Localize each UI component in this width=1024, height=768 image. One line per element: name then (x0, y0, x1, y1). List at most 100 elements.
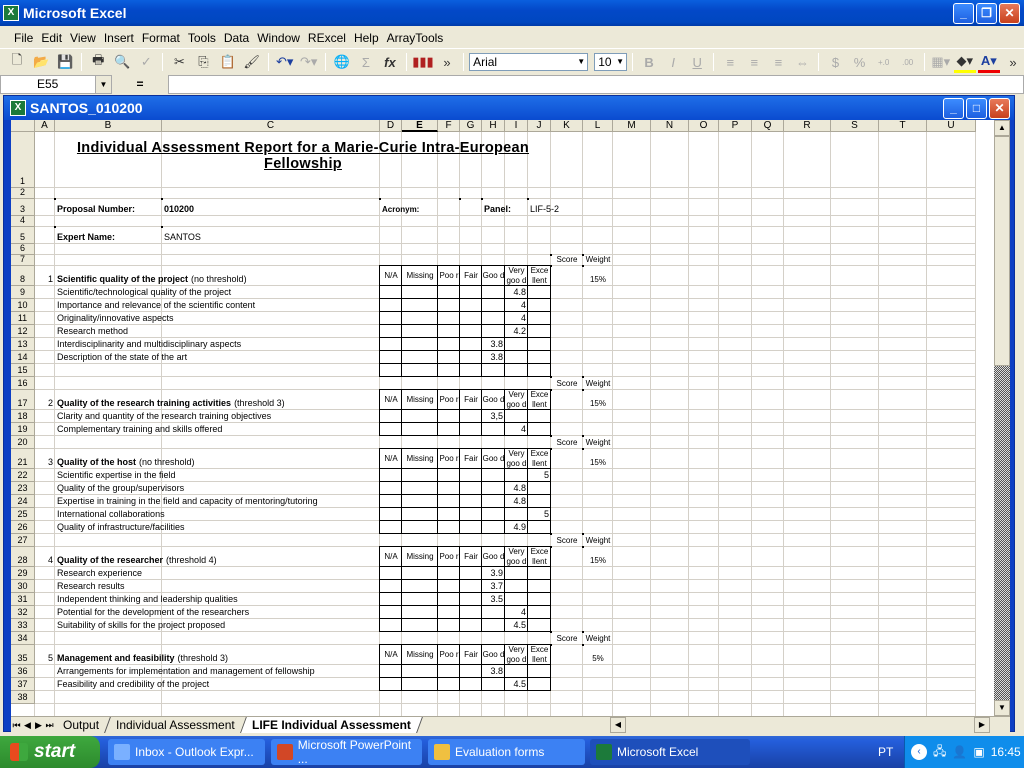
row-header[interactable]: 26 (11, 521, 35, 534)
menu-help[interactable]: Help (350, 31, 383, 45)
criterion-score[interactable]: 3.8 (482, 338, 505, 351)
workbook-maximize-button[interactable]: □ (966, 98, 987, 119)
menu-edit[interactable]: Edit (37, 31, 66, 45)
row-header[interactable]: 30 (11, 580, 35, 593)
undo-icon[interactable]: ↶▾ (274, 51, 296, 73)
row-header[interactable]: 34 (11, 632, 35, 645)
menu-arraytools[interactable]: ArrayTools (383, 31, 448, 45)
row-header[interactable]: 31 (11, 593, 35, 606)
menu-window[interactable]: Window (253, 31, 304, 45)
criterion-score[interactable]: 4.5 (505, 678, 528, 691)
row-header[interactable]: 25 (11, 508, 35, 521)
column-header-h[interactable]: H (482, 120, 505, 132)
criterion-score[interactable]: 4 (505, 312, 528, 325)
save-icon[interactable]: 💾 (54, 51, 76, 73)
increase-decimal-icon[interactable]: +.0 (873, 51, 895, 73)
toolbar-options-icon[interactable]: » (1002, 51, 1024, 73)
cut-icon[interactable]: ✂ (168, 51, 190, 73)
row-header[interactable]: 36 (11, 665, 35, 678)
align-left-icon[interactable]: ≡ (719, 51, 741, 73)
row-header[interactable]: 8 (11, 266, 35, 286)
criterion-score[interactable]: 3.8 (482, 351, 505, 364)
criterion-score[interactable]: 3.7 (482, 580, 505, 593)
row-header[interactable]: 16 (11, 377, 35, 390)
taskbar-item[interactable]: Evaluation forms (428, 739, 585, 765)
column-header-s[interactable]: S (831, 120, 879, 132)
criterion-score[interactable]: 4.9 (505, 521, 528, 534)
open-icon[interactable]: 📂 (30, 51, 52, 73)
scroll-up-icon[interactable]: ▲ (994, 120, 1010, 136)
restore-button[interactable]: ❐ (976, 3, 997, 24)
row-header[interactable]: 21 (11, 449, 35, 469)
column-header-u[interactable]: U (927, 120, 976, 132)
column-header-j[interactable]: J (528, 120, 551, 132)
column-header-d[interactable]: D (380, 120, 402, 132)
criterion-score[interactable]: 4.8 (505, 482, 528, 495)
name-box[interactable]: E55 ▼ (0, 75, 112, 94)
row-header[interactable]: 20 (11, 436, 35, 449)
merge-center-icon[interactable]: ⇔ (791, 51, 813, 73)
decrease-decimal-icon[interactable]: .00 (897, 51, 919, 73)
tray-expand-icon[interactable]: ‹ (911, 744, 927, 760)
workbook-minimize-button[interactable]: _ (943, 98, 964, 119)
criterion-score[interactable]: 3.8 (482, 665, 505, 678)
new-icon[interactable]: 🗋 (6, 51, 28, 73)
criterion-score[interactable]: 4.5 (505, 619, 528, 632)
row-header[interactable]: 22 (11, 469, 35, 482)
row-header[interactable]: 15 (11, 364, 35, 377)
row-header[interactable]: 29 (11, 567, 35, 580)
formula-input[interactable] (168, 75, 1024, 94)
row-header[interactable]: 28 (11, 547, 35, 567)
column-header-a[interactable]: A (35, 120, 55, 132)
paste-icon[interactable]: 📋 (217, 51, 239, 73)
redo-icon[interactable]: ↷▾ (298, 51, 320, 73)
column-header-q[interactable]: Q (752, 120, 784, 132)
row-header[interactable]: 4 (11, 215, 35, 227)
row-header[interactable]: 11 (11, 312, 35, 325)
start-button[interactable]: start (0, 736, 100, 768)
sheet-tab[interactable]: Individual Assessment (105, 717, 247, 733)
clock[interactable]: 16:45 (991, 745, 1021, 759)
criterion-score[interactable]: 3.9 (482, 567, 505, 580)
menu-insert[interactable]: Insert (100, 31, 138, 45)
chevron-down-icon[interactable]: ▼ (95, 76, 111, 93)
row-header[interactable]: 1 (11, 132, 35, 188)
row-header[interactable]: 24 (11, 495, 35, 508)
criterion-score[interactable]: 4 (505, 423, 528, 436)
criterion-score[interactable]: 3,5 (482, 410, 505, 423)
criterion-score[interactable]: 4.8 (505, 286, 528, 299)
menu-format[interactable]: Format (138, 31, 184, 45)
underline-icon[interactable]: U (686, 51, 708, 73)
column-header-n[interactable]: N (651, 120, 689, 132)
column-header-c[interactable]: C (162, 120, 380, 132)
spelling-icon[interactable]: ✓ (135, 51, 157, 73)
criterion-score[interactable]: 5 (528, 508, 551, 521)
column-header-p[interactable]: P (719, 120, 752, 132)
column-header-k[interactable]: K (551, 120, 583, 132)
column-header-t[interactable]: T (879, 120, 927, 132)
scroll-right-icon[interactable]: ▶ (974, 717, 990, 733)
menu-view[interactable]: View (66, 31, 100, 45)
function-icon[interactable]: fx (379, 51, 401, 73)
font-size-select[interactable]: 10 ▼ (594, 53, 628, 71)
row-header[interactable]: 33 (11, 619, 35, 632)
row-header[interactable]: 13 (11, 338, 35, 351)
column-header-o[interactable]: O (689, 120, 719, 132)
fill-color-icon[interactable]: ◆▾ (953, 51, 976, 73)
column-header-r[interactable]: R (784, 120, 831, 132)
vertical-scrollbar[interactable]: ▲ ▼ (994, 120, 1010, 716)
criterion-score[interactable]: 4.8 (505, 495, 528, 508)
column-header-g[interactable]: G (460, 120, 482, 132)
autosum-icon[interactable]: Σ (355, 51, 377, 73)
language-indicator[interactable]: PT (878, 745, 893, 759)
font-color-icon[interactable]: A ▾ (977, 51, 1000, 73)
scroll-left-icon[interactable]: ◀ (610, 717, 626, 733)
row-header[interactable]: 17 (11, 390, 35, 410)
menu-data[interactable]: Data (220, 31, 253, 45)
row-header[interactable]: 18 (11, 410, 35, 423)
close-button[interactable]: ✕ (999, 3, 1020, 24)
menu-file[interactable]: File (10, 31, 37, 45)
percent-icon[interactable]: % (849, 51, 871, 73)
select-all-corner[interactable] (11, 120, 35, 132)
menu-tools[interactable]: Tools (184, 31, 220, 45)
